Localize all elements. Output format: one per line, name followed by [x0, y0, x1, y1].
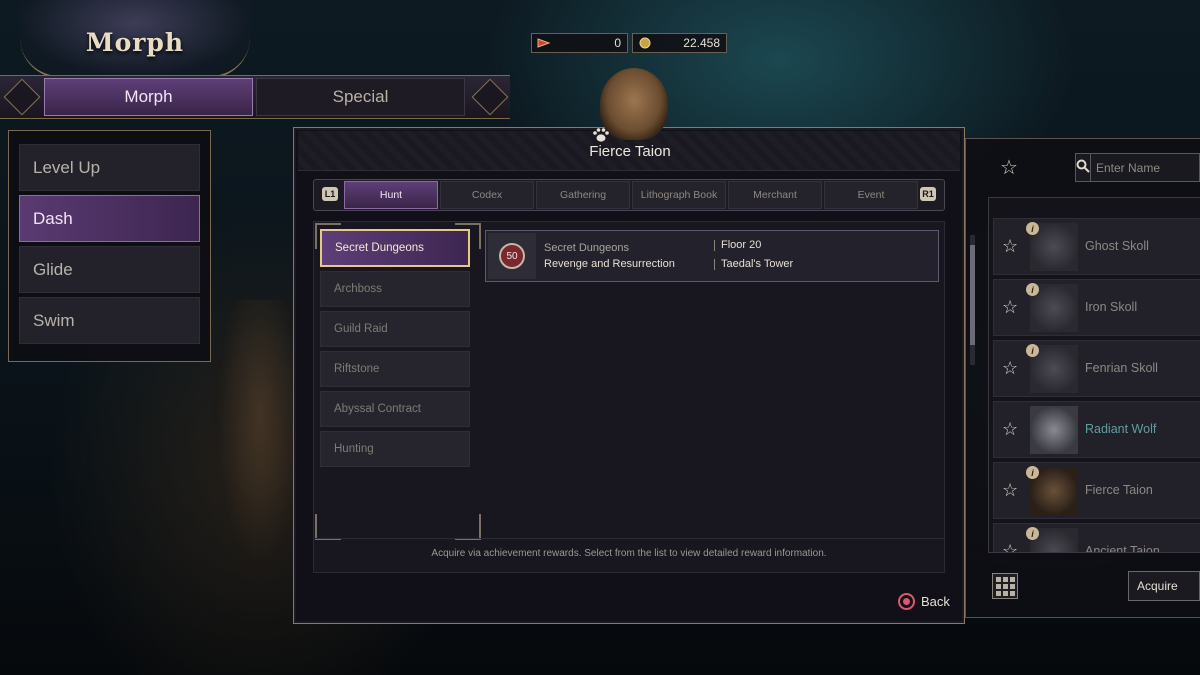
acquire-button[interactable]: Acquire	[1128, 571, 1200, 601]
side-item-dash[interactable]: Dash	[19, 195, 200, 242]
info-icon[interactable]: i	[1026, 527, 1039, 540]
source-item-riftstone[interactable]: Riftstone	[320, 351, 470, 387]
favorite-star-icon[interactable]: ☆	[1002, 419, 1018, 440]
page-title: Morph	[85, 28, 185, 57]
level-badge: 50	[499, 243, 525, 269]
morph-name: Ancient Taion	[1085, 544, 1160, 553]
info-icon[interactable]: i	[1026, 344, 1039, 357]
back-button[interactable]: Back	[898, 593, 950, 610]
info-icon[interactable]: i	[1026, 283, 1039, 296]
search-box	[1075, 153, 1200, 182]
scrollbar-thumb[interactable]	[970, 245, 975, 345]
tab-special[interactable]: Special	[256, 78, 465, 116]
entry-name: Revenge and Resurrection	[544, 258, 675, 270]
morph-list-item[interactable]: ☆ Radiant Wolf	[993, 401, 1200, 458]
currency-tickets: 0	[531, 33, 628, 53]
currency-value: 0	[614, 36, 621, 50]
divider	[313, 538, 945, 539]
morph-name: Ghost Skoll	[1085, 239, 1149, 253]
morph-thumbnail	[1030, 406, 1078, 454]
source-item-archboss[interactable]: Archboss	[320, 271, 470, 307]
tab-event[interactable]: Event	[824, 181, 918, 209]
search-input[interactable]	[1090, 154, 1200, 181]
dungeon-emblem-icon: 50	[488, 233, 536, 279]
search-icon	[1076, 159, 1090, 177]
side-item-level-up[interactable]: Level Up	[19, 144, 200, 191]
source-item-secret-dungeons[interactable]: Secret Dungeons	[320, 229, 470, 267]
acquire-hint-text: Acquire via achievement rewards. Select …	[431, 548, 827, 559]
source-entry-row[interactable]	[485, 230, 939, 282]
favorite-star-icon[interactable]: ☆	[1002, 297, 1018, 318]
favorite-star-icon[interactable]: ☆	[1002, 358, 1018, 379]
morph-name: Fenrian Skoll	[1085, 361, 1158, 375]
frame-corner	[315, 514, 341, 540]
grid-view-icon[interactable]	[992, 573, 1018, 599]
entry-category: Secret Dungeons	[544, 242, 629, 254]
divider	[714, 259, 715, 270]
tab-lithograph-book[interactable]: Lithograph Book	[632, 181, 726, 209]
frame-corner	[455, 514, 481, 540]
favorite-star-icon[interactable]: ☆	[1002, 541, 1018, 552]
tab-morph[interactable]: Morph	[44, 78, 253, 116]
gold-coin-icon	[637, 36, 653, 50]
morph-name: Iron Skoll	[1085, 300, 1138, 314]
divider	[714, 240, 715, 251]
morph-name: Radiant Wolf	[1085, 422, 1157, 436]
info-icon[interactable]: i	[1026, 222, 1039, 235]
dialog-title: Fierce Taion	[589, 143, 671, 160]
ticket-icon	[536, 36, 552, 50]
morph-list: ☆ i Ghost Skoll ☆ i Iron Skoll ☆ i Fenri…	[988, 197, 1200, 553]
morph-list-item[interactable]: ☆ i Iron Skoll	[993, 279, 1200, 336]
currency-value: 22.458	[683, 36, 720, 50]
back-label: Back	[921, 594, 950, 609]
morph-name: Fierce Taion	[1085, 483, 1153, 497]
morph-list-item[interactable]: ☆ i Fenrian Skoll	[993, 340, 1200, 397]
source-item-hunting[interactable]: Hunting	[320, 431, 470, 467]
morph-portrait	[600, 68, 668, 140]
tab-gathering[interactable]: Gathering	[536, 181, 630, 209]
favorite-filter-star-icon[interactable]: ☆	[1000, 155, 1018, 180]
info-icon[interactable]: i	[1026, 466, 1039, 479]
entry-floor: Floor 20	[721, 239, 762, 251]
favorite-star-icon[interactable]: ☆	[1002, 480, 1018, 501]
tab-codex[interactable]: Codex	[440, 181, 534, 209]
source-item-abyssal-contract[interactable]: Abyssal Contract	[320, 391, 470, 427]
favorite-star-icon[interactable]: ☆	[1002, 236, 1018, 257]
entry-location: Taedal's Tower	[721, 258, 794, 270]
side-item-glide[interactable]: Glide	[19, 246, 200, 293]
circle-button-icon	[898, 593, 915, 610]
morph-list-item[interactable]: ☆ i Ancient Taion	[993, 523, 1200, 553]
tab-hunt[interactable]: Hunt	[344, 181, 438, 209]
side-menu: Level Up Dash Glide Swim	[8, 130, 211, 362]
morph-list-item[interactable]: ☆ i Fierce Taion	[993, 462, 1200, 519]
source-list: Secret Dungeons Archboss Guild Raid Rift…	[320, 229, 472, 471]
morph-list-item[interactable]: ☆ i Ghost Skoll	[993, 218, 1200, 275]
tab-merchant[interactable]: Merchant	[728, 181, 822, 209]
currency-gold: 22.458	[632, 33, 727, 53]
side-item-swim[interactable]: Swim	[19, 297, 200, 344]
source-item-guild-raid[interactable]: Guild Raid	[320, 311, 470, 347]
r1-button-hint[interactable]: R1	[920, 187, 936, 201]
l1-button-hint[interactable]: L1	[322, 187, 338, 201]
